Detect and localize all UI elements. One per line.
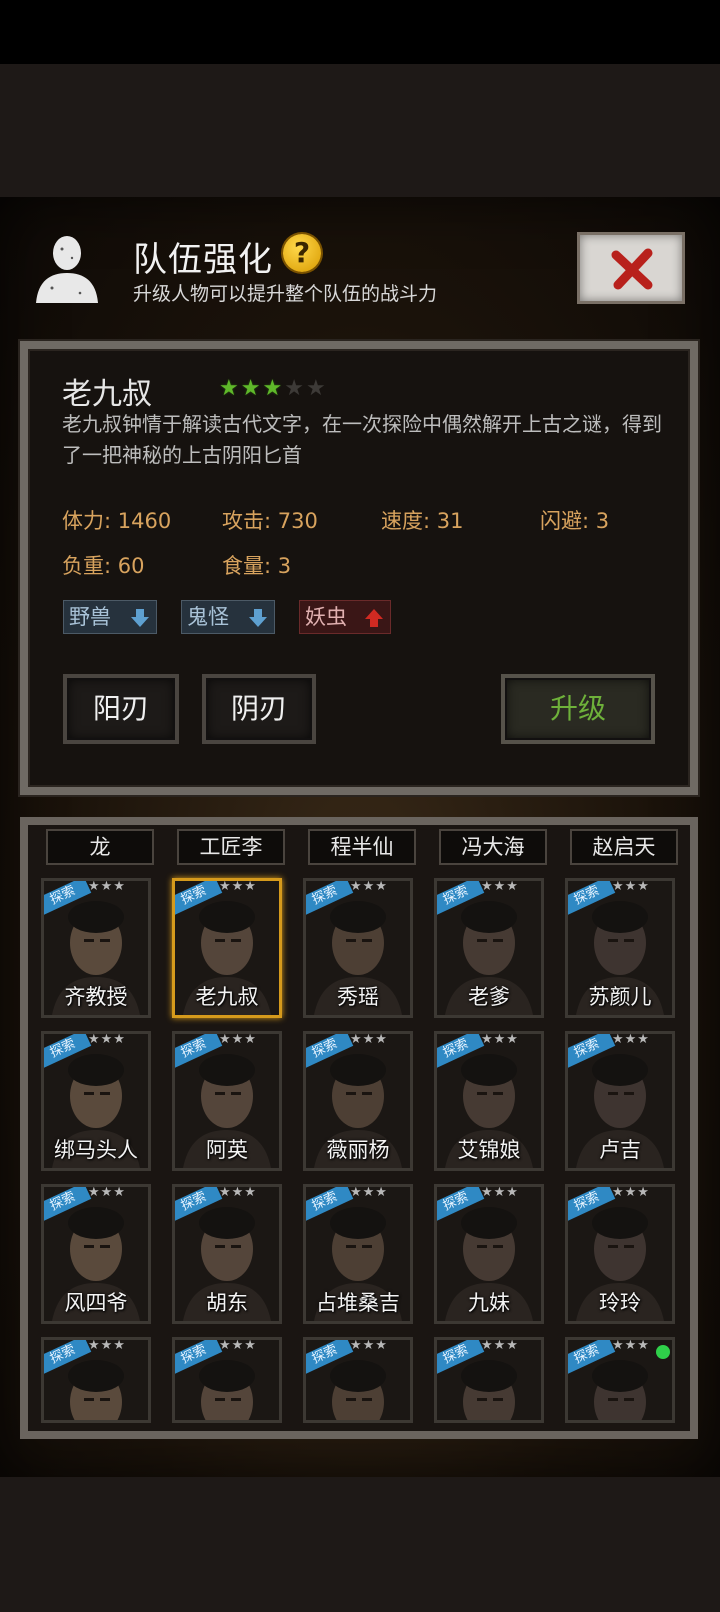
card-star-rating: ★★★: [481, 1032, 519, 1047]
card-star-rating: ★★★: [612, 1338, 650, 1353]
hero-card-name: 绑马头人: [54, 1138, 138, 1162]
hero-card-name: 玲玲: [599, 1291, 641, 1315]
team-silhouette-icon: [32, 233, 102, 305]
hero-card[interactable]: 探索 ★★★: [41, 1337, 151, 1423]
hero-card[interactable]: 探索 ★★★: [434, 1337, 544, 1423]
hero-card[interactable]: 探索 ★★★ 艾锦娘: [434, 1031, 544, 1171]
card-star-rating: ★★★: [612, 1032, 650, 1047]
card-star-rating: ★★★: [481, 879, 519, 894]
roster-name-tab[interactable]: 冯大海: [439, 829, 547, 865]
card-star-rating: ★★★: [481, 1338, 519, 1353]
stat-food: 食量: 3: [222, 554, 292, 578]
card-star-rating: ★★★: [219, 879, 257, 894]
roster-name-tab[interactable]: 程半仙: [308, 829, 416, 865]
hero-card-name: 老九叔: [195, 985, 259, 1009]
page-title: 队伍强化: [133, 240, 273, 280]
help-icon[interactable]: ?: [283, 234, 321, 272]
card-star-rating: ★★★: [350, 1185, 388, 1200]
card-star-rating: ★★★: [350, 1032, 388, 1047]
star-icon: ★: [262, 376, 283, 401]
stat-attack: 攻击: 730: [222, 509, 318, 533]
tag-insect: 妖虫: [299, 600, 391, 634]
hero-card[interactable]: 探索 ★★★ 秀瑶: [303, 878, 413, 1018]
card-star-rating: ★★★: [88, 879, 126, 894]
star-icon: ★: [284, 376, 304, 401]
hero-card[interactable]: 探索 ★★★ 齐教授: [41, 878, 151, 1018]
roster-name-tab[interactable]: 龙: [46, 829, 154, 865]
close-button[interactable]: [577, 232, 685, 304]
card-star-rating: ★★★: [88, 1338, 126, 1353]
hero-card-name: 阿英: [206, 1138, 248, 1162]
arrow-down-icon: [131, 609, 149, 627]
hero-card-name: 艾锦娘: [457, 1138, 521, 1162]
hero-card-name: 秀瑶: [337, 985, 379, 1009]
close-icon: [611, 248, 653, 290]
card-star-rating: ★★★: [612, 1185, 650, 1200]
arrow-down-icon: [249, 609, 267, 627]
hero-description: 老九叔钟情于解读古代文字，在一次探险中偶然解开上古之谜，得到了一把神秘的上古阴阳…: [62, 412, 662, 467]
card-star-rating: ★★★: [612, 879, 650, 894]
tag-beast: 野兽: [63, 600, 157, 634]
card-star-rating: ★★★: [481, 1185, 519, 1200]
hero-card-name: 占堆桑吉: [316, 1291, 400, 1315]
tag-label: 妖虫: [305, 605, 347, 629]
hero-card[interactable]: 探索 ★★★ 玲玲: [565, 1184, 675, 1324]
hero-card[interactable]: 探索 ★★★ 阿英: [172, 1031, 282, 1171]
hero-card[interactable]: 探索 ★★★: [172, 1337, 282, 1423]
star-icon: ★: [219, 376, 239, 401]
card-star-rating: ★★★: [88, 1185, 126, 1200]
hero-card[interactable]: 探索 ★★★ 老九叔: [172, 878, 282, 1018]
hero-card-name: 老爹: [468, 985, 510, 1009]
hero-card-name: 齐教授: [64, 985, 128, 1009]
card-star-rating: ★★★: [350, 879, 388, 894]
hero-card-name: 风四爷: [64, 1291, 128, 1315]
hero-name: 老九叔: [62, 377, 152, 412]
hero-card[interactable]: 探索 ★★★ 占堆桑吉: [303, 1184, 413, 1324]
card-star-rating: ★★★: [350, 1338, 388, 1353]
tag-label: 野兽: [69, 605, 111, 629]
card-star-rating: ★★★: [219, 1338, 257, 1353]
hero-card[interactable]: 探索 ★★★ 卢吉: [565, 1031, 675, 1171]
hero-card[interactable]: 探索 ★★★ 薇丽杨: [303, 1031, 413, 1171]
stat-dodge: 闪避: 3: [540, 509, 610, 533]
new-indicator-dot: [656, 1345, 670, 1359]
stat-speed: 速度: 31: [381, 509, 464, 533]
card-star-rating: ★★★: [219, 1032, 257, 1047]
hero-card-name: 胡东: [206, 1291, 248, 1315]
hero-card-name: 苏颜儿: [588, 985, 652, 1009]
hero-card[interactable]: 探索 ★★★ 绑马头人: [41, 1031, 151, 1171]
card-star-rating: ★★★: [219, 1185, 257, 1200]
hero-card-name: 九妹: [468, 1291, 510, 1315]
roster-name-tab[interactable]: 赵启天: [570, 829, 678, 865]
hero-card[interactable]: 探索 ★★★ 老爹: [434, 878, 544, 1018]
yang-blade-button[interactable]: 阳刃: [63, 674, 179, 744]
yin-blade-button[interactable]: 阴刃: [202, 674, 316, 744]
hero-card[interactable]: 探索 ★★★ 苏颜儿: [565, 878, 675, 1018]
roster-name-tab[interactable]: 工匠李: [177, 829, 285, 865]
hero-star-rating: ★ ★ ★ ★ ★: [219, 378, 326, 400]
hero-card[interactable]: 探索 ★★★: [303, 1337, 413, 1423]
page-subtitle: 升级人物可以提升整个队伍的战斗力: [133, 283, 438, 305]
tag-ghost: 鬼怪: [181, 600, 275, 634]
status-bar: [0, 0, 720, 64]
hero-card[interactable]: 探索 ★★★ 九妹: [434, 1184, 544, 1324]
arrow-up-icon: [365, 609, 383, 627]
upgrade-button[interactable]: 升级: [501, 674, 655, 744]
card-star-rating: ★★★: [88, 1032, 126, 1047]
hero-card[interactable]: 探索 ★★★ 胡东: [172, 1184, 282, 1324]
hero-card-name: 卢吉: [599, 1138, 641, 1162]
star-icon: ★: [240, 376, 261, 401]
stat-stamina: 体力: 1460: [62, 509, 172, 533]
hero-card[interactable]: 探索 ★★★ 风四爷: [41, 1184, 151, 1324]
tag-label: 鬼怪: [187, 605, 229, 629]
stat-load: 负重: 60: [62, 554, 145, 578]
hero-card-name: 薇丽杨: [326, 1138, 390, 1162]
star-icon: ★: [305, 376, 326, 401]
